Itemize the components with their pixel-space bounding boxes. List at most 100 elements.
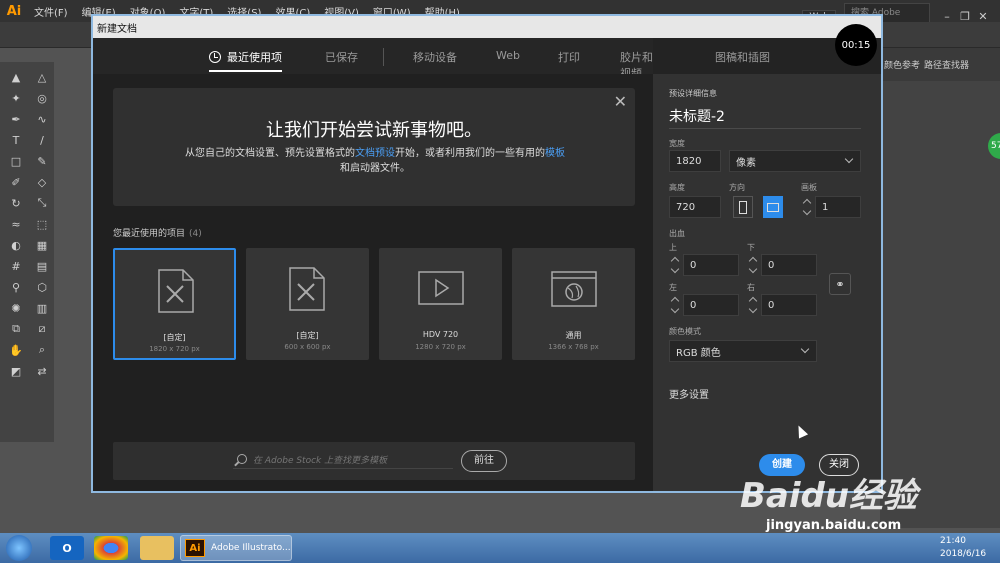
taskbar-illustrator[interactable]: Ai Adobe Illustrato...	[180, 535, 292, 561]
slice-tool-icon[interactable]: ⧄	[31, 320, 53, 338]
bleed-right-field[interactable]: 0	[761, 294, 817, 316]
color-mode-dropdown[interactable]: RGB 颜色	[669, 340, 817, 362]
clock-date[interactable]: 2018/6/16	[940, 549, 986, 559]
go-button[interactable]: 前往	[461, 450, 507, 472]
welcome-banner: ✕ 让我们开始尝试新事物吧。 从您自己的文档设置、预先设置格式的文档预设开始，或…	[113, 88, 635, 206]
type-tool-icon[interactable]: T	[5, 131, 27, 149]
watermark-url: jingyan.baidu.com	[766, 518, 902, 533]
file-explorer-icon[interactable]	[140, 536, 174, 560]
clock-time[interactable]: 21:40	[940, 536, 966, 546]
dialog-titlebar: 新建文档	[93, 16, 881, 38]
lasso-icon[interactable]: ◎	[31, 89, 53, 107]
item-size: 1280 x 720 px	[415, 343, 466, 351]
gradient-tool-icon[interactable]: ▤	[31, 257, 53, 275]
tab-recent[interactable]: 最近使用项	[209, 49, 282, 72]
preset-tabs: 最近使用项 已保存 移动设备 Web 打印 胶片和视频	[93, 38, 653, 80]
direct-selection-tool-icon[interactable]: △	[31, 68, 53, 86]
artboard-icon	[289, 267, 325, 311]
illustrator-logo: Ai	[6, 3, 22, 19]
portrait-icon	[739, 201, 747, 214]
document-name-underline	[669, 128, 861, 129]
bleed-bottom-stepper[interactable]	[747, 254, 759, 276]
warp-tool-icon[interactable]: ≈	[5, 215, 27, 233]
curvature-tool-icon[interactable]: ∿	[31, 110, 53, 128]
bleed-left-field[interactable]: 0	[683, 294, 739, 316]
bleed-right-stepper[interactable]	[747, 294, 759, 316]
panel-tab-color-guide[interactable]: 颜色参考	[884, 58, 920, 71]
scale-tool-icon[interactable]: ⤡	[31, 194, 53, 212]
width-field[interactable]: 1820	[669, 150, 721, 172]
tab-print[interactable]: 打印	[558, 49, 580, 65]
free-transform-icon[interactable]: ⬚	[31, 215, 53, 233]
tab-mobile[interactable]: 移动设备	[413, 49, 457, 65]
height-field[interactable]: 720	[669, 196, 721, 218]
magic-wand-icon[interactable]: ✦	[5, 89, 27, 107]
artboards-field[interactable]: 1	[815, 196, 861, 218]
hand-tool-icon[interactable]: ✋	[5, 341, 27, 359]
templates-link[interactable]: 模板	[545, 148, 565, 159]
menu-file[interactable]: 文件(F)	[34, 4, 68, 19]
recent-item-custom-1820[interactable]: [自定] 1820 x 720 px	[113, 248, 236, 360]
recent-item-web-general[interactable]: 通用 1366 x 768 px	[512, 248, 635, 360]
bleed-left-label: 左	[669, 283, 677, 292]
artboard-tool-icon[interactable]: ⧉	[5, 320, 27, 338]
tab-web[interactable]: Web	[496, 49, 520, 62]
bleed-bottom-field[interactable]: 0	[761, 254, 817, 276]
link-bleed-icon[interactable]: ⚭	[829, 273, 851, 295]
unit-dropdown[interactable]: 像素	[729, 150, 861, 172]
artboards-stepper[interactable]	[801, 196, 813, 218]
eyedropper-icon[interactable]: ⚲	[5, 278, 27, 296]
eraser-icon[interactable]: ◇	[31, 173, 53, 191]
shape-builder-icon[interactable]: ◐	[5, 236, 27, 254]
presets-link[interactable]: 文档预设	[355, 148, 395, 159]
color-mode-label: 颜色模式	[669, 327, 701, 336]
tab-saved[interactable]: 已保存	[325, 49, 358, 65]
more-settings-button[interactable]: 更多设置	[669, 386, 709, 401]
bleed-top-field[interactable]: 0	[683, 254, 739, 276]
pen-tool-icon[interactable]: ✒	[5, 110, 27, 128]
stock-template-bar: 前往	[113, 442, 635, 480]
bleed-left-stepper[interactable]	[669, 294, 681, 316]
stock-template-search-input[interactable]	[233, 453, 453, 469]
shaper-tool-icon[interactable]: ✐	[5, 173, 27, 191]
rotate-tool-icon[interactable]: ↻	[5, 194, 27, 212]
panel-tab-pathfinder[interactable]: 路径查找器	[924, 58, 969, 71]
item-name: [自定]	[296, 331, 319, 340]
tab-art-illustration[interactable]: 图稿和插图	[715, 49, 770, 65]
chrome-icon[interactable]	[94, 536, 128, 560]
preset-details-heading: 预设详细信息	[669, 89, 717, 98]
rectangle-tool-icon[interactable]: □	[5, 152, 27, 170]
mesh-tool-icon[interactable]: #	[5, 257, 27, 275]
tab-divider	[383, 48, 384, 66]
landscape-icon	[767, 203, 779, 212]
landscape-button[interactable]	[763, 196, 783, 218]
swap-colors-icon[interactable]: ⇄	[31, 362, 53, 380]
clock-icon	[209, 51, 221, 63]
recent-item-hdv720[interactable]: HDV 720 1280 x 720 px	[379, 248, 502, 360]
symbol-sprayer-icon[interactable]: ✺	[5, 299, 27, 317]
document-name-field[interactable]: 未标题-2	[669, 106, 725, 126]
blend-tool-icon[interactable]: ⬡	[31, 278, 53, 296]
line-tool-icon[interactable]: /	[31, 131, 53, 149]
outlook-icon[interactable]: O	[50, 536, 84, 560]
bleed-right-label: 右	[747, 283, 755, 292]
banner-text: 从您自己的文档设置、预先设置格式的文档预设开始，或者利用我们的一些有用的模板和启…	[185, 148, 565, 174]
artboards-label: 画板	[801, 183, 817, 192]
bleed-label: 出血	[669, 229, 685, 238]
portrait-button[interactable]	[733, 196, 753, 218]
perspective-grid-icon[interactable]: ▦	[31, 236, 53, 254]
bleed-top-stepper[interactable]	[669, 254, 681, 276]
orientation-label: 方向	[729, 183, 745, 192]
selection-tool-icon[interactable]: ▲	[5, 68, 27, 86]
chevron-down-icon	[800, 344, 810, 354]
graph-tool-icon[interactable]: ▥	[31, 299, 53, 317]
close-icon[interactable]: ✕	[614, 92, 627, 111]
new-document-dialog: 新建文档 00:15 最近使用项 已保存 移动设备 Web 打印 胶片和视频 图…	[91, 14, 883, 493]
paintbrush-icon[interactable]: ✎	[31, 152, 53, 170]
item-name: HDV 720	[422, 330, 459, 339]
fill-stroke-icon[interactable]: ◩	[5, 362, 27, 380]
start-button-icon[interactable]	[6, 535, 32, 561]
recent-item-custom-600[interactable]: [自定] 600 x 600 px	[246, 248, 369, 360]
zoom-tool-icon[interactable]: ⌕	[31, 341, 53, 359]
item-name: [自定]	[163, 333, 186, 342]
